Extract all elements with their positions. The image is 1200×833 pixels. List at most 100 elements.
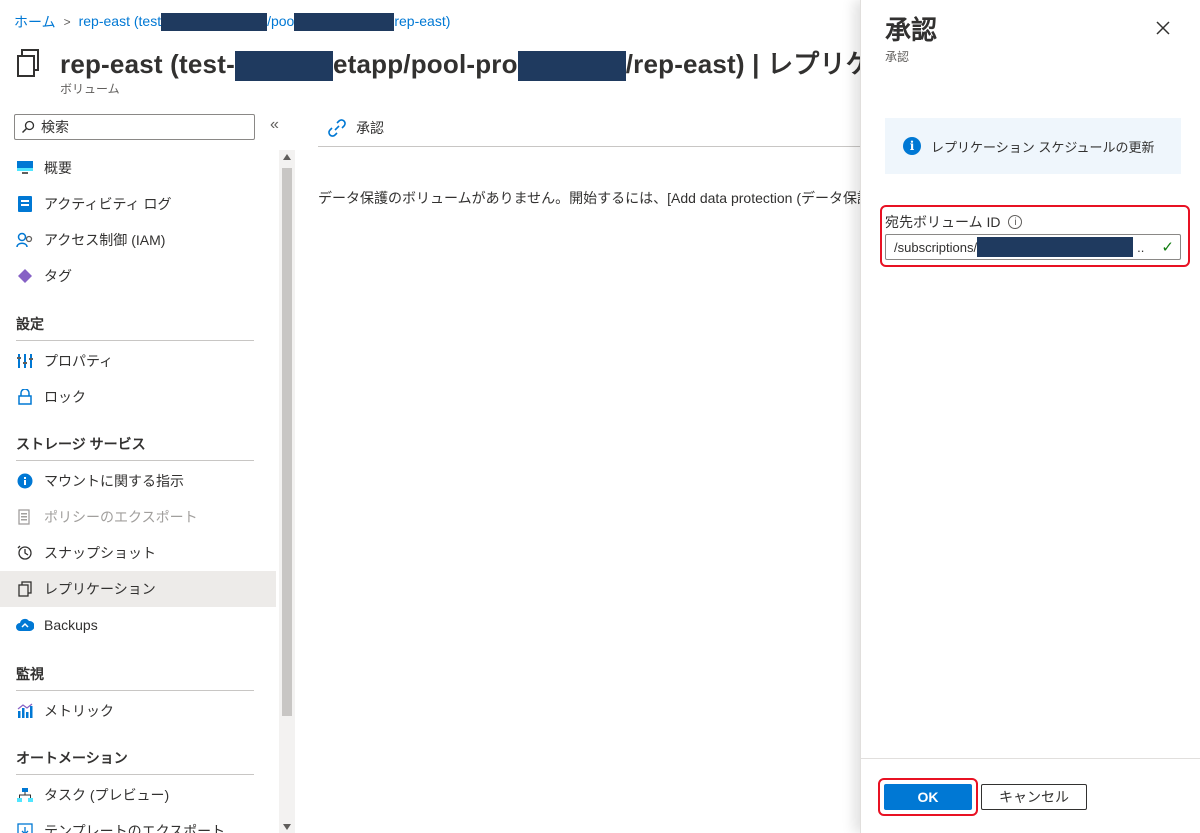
collapse-sidebar-button[interactable]: « bbox=[270, 116, 279, 134]
section-header-settings: 設定 bbox=[16, 316, 44, 332]
field-value-prefix: /subscriptions/ bbox=[894, 239, 978, 255]
sidebar-item-label: アクティビティ ログ bbox=[44, 196, 172, 212]
replication-icon bbox=[16, 580, 34, 598]
scroll-down-arrow-icon[interactable] bbox=[283, 824, 291, 830]
sidebar-scrollbar[interactable] bbox=[279, 150, 295, 833]
command-bar-divider bbox=[318, 146, 860, 147]
sidebar-item-label: スナップショット bbox=[44, 545, 156, 561]
page-subtitle: ボリューム bbox=[60, 82, 120, 96]
sidebar-nav: 概要 アクティビティ ログ アクセス制御 (IAM) タグ 設定 プロパティ ロ… bbox=[0, 150, 278, 833]
replication-icon bbox=[17, 48, 39, 77]
tag-icon bbox=[16, 267, 34, 285]
field-label-text: 宛先ボリューム ID bbox=[885, 214, 1001, 230]
sidebar-item-activity-log[interactable]: アクティビティ ログ bbox=[0, 186, 276, 222]
section-divider bbox=[16, 690, 254, 691]
scroll-up-arrow-icon[interactable] bbox=[283, 154, 291, 160]
activity-log-icon bbox=[16, 195, 34, 213]
close-icon[interactable] bbox=[1151, 16, 1175, 40]
sidebar-item-label: 概要 bbox=[44, 160, 72, 176]
section-header-automation: オートメーション bbox=[16, 750, 128, 766]
sidebar-item-label: プロパティ bbox=[44, 353, 114, 369]
search-placeholder: 検索 bbox=[41, 119, 69, 135]
footer-divider bbox=[861, 758, 1200, 759]
section-header-monitoring: 監視 bbox=[16, 666, 44, 682]
sidebar-item-mount-instructions[interactable]: マウントに関する指示 bbox=[0, 463, 276, 499]
metrics-icon bbox=[16, 702, 34, 720]
redaction-block bbox=[294, 13, 395, 32]
iam-icon bbox=[16, 231, 34, 249]
sidebar-item-template-export[interactable]: テンプレートのエクスポート bbox=[0, 813, 276, 833]
properties-icon bbox=[16, 352, 34, 370]
sidebar-item-backups[interactable]: Backups bbox=[0, 607, 276, 643]
approve-command-button[interactable]: 承認 bbox=[318, 112, 384, 144]
sidebar-item-iam[interactable]: アクセス制御 (IAM) bbox=[0, 222, 276, 258]
panel-subtitle: 承認 bbox=[885, 50, 910, 64]
sidebar-item-tasks[interactable]: タスク (プレビュー) bbox=[0, 777, 276, 813]
title-part-1: rep-east (test- bbox=[60, 49, 235, 79]
search-input[interactable]: 検索 bbox=[14, 114, 255, 140]
breadcrumb-prefix: rep-east (test bbox=[78, 12, 162, 29]
sidebar-item-replication[interactable]: レプリケーション bbox=[0, 571, 276, 607]
sidebar-item-label: ロック bbox=[44, 389, 86, 405]
redaction-block bbox=[161, 13, 268, 32]
empty-state-message: データ保護のボリュームがありません。開始するには、[Add data prote… bbox=[318, 190, 860, 206]
info-tooltip-icon[interactable]: i bbox=[1008, 215, 1023, 229]
sidebar-item-export-policy[interactable]: ポリシーのエクスポート bbox=[0, 499, 276, 535]
field-value-suffix: .. bbox=[1137, 239, 1145, 255]
breadcrumb: ホーム > rep-east (test/poo rep-east) bbox=[14, 12, 450, 32]
approve-command-label: 承認 bbox=[356, 120, 384, 136]
title-part-3: /rep-east) | レプリケー bbox=[625, 49, 899, 79]
checkmark-icon: ✓ bbox=[1161, 239, 1174, 256]
sidebar-item-metrics[interactable]: メトリック bbox=[0, 693, 276, 729]
snapshot-icon bbox=[16, 544, 34, 562]
section-divider bbox=[16, 340, 254, 341]
lock-icon bbox=[16, 388, 34, 406]
page-header: rep-east (test-etapp/pool-pro/rep-east) … bbox=[14, 44, 899, 82]
destination-volume-id-field[interactable]: /subscriptions/.. ✓ bbox=[885, 234, 1181, 260]
overview-icon bbox=[16, 159, 34, 177]
info-message-text: レプリケーション スケジュールの更新 bbox=[931, 139, 1155, 155]
section-header-storage: ストレージ サービス bbox=[16, 436, 146, 452]
section-divider bbox=[16, 774, 254, 775]
sidebar-item-label: レプリケーション bbox=[44, 581, 156, 597]
tasks-icon bbox=[16, 786, 34, 804]
page-title: rep-east (test-etapp/pool-pro/rep-east) … bbox=[60, 44, 899, 82]
sidebar-item-label: ポリシーのエクスポート bbox=[44, 509, 198, 525]
sidebar-item-overview[interactable]: 概要 bbox=[0, 150, 276, 186]
title-part-2: etapp/pool-pro bbox=[332, 49, 518, 79]
info-icon: i bbox=[903, 137, 921, 155]
backups-icon bbox=[16, 616, 34, 634]
sidebar-item-tags[interactable]: タグ bbox=[0, 258, 276, 294]
sidebar-item-snapshots[interactable]: スナップショット bbox=[0, 535, 276, 571]
breadcrumb-home[interactable]: ホーム bbox=[14, 12, 56, 32]
section-divider bbox=[16, 460, 254, 461]
export-policy-icon bbox=[16, 508, 34, 526]
sidebar-item-label: メトリック bbox=[44, 703, 114, 719]
info-icon bbox=[16, 472, 34, 490]
sidebar-item-label: テンプレートのエクスポート bbox=[44, 823, 226, 833]
ok-button[interactable]: OK bbox=[884, 784, 972, 810]
scrollbar-thumb[interactable] bbox=[282, 168, 292, 716]
template-export-icon bbox=[16, 822, 34, 833]
sidebar-item-label: タスク (プレビュー) bbox=[44, 787, 170, 803]
sidebar-item-label: タグ bbox=[44, 268, 72, 284]
chevron-right-icon: > bbox=[63, 15, 71, 29]
link-icon bbox=[328, 119, 346, 137]
sidebar-item-label: マウントに関する指示 bbox=[44, 473, 184, 489]
redaction-block bbox=[977, 237, 1134, 257]
redaction-block bbox=[234, 51, 333, 82]
redaction-block bbox=[517, 51, 626, 82]
sidebar-item-label: アクセス制御 (IAM) bbox=[44, 232, 166, 248]
panel-title: 承認 bbox=[885, 15, 938, 45]
cancel-button[interactable]: キャンセル bbox=[981, 784, 1087, 810]
destination-volume-id-label: 宛先ボリューム ID i bbox=[885, 212, 1023, 232]
info-message-bar: i レプリケーション スケジュールの更新 bbox=[885, 118, 1181, 174]
breadcrumb-suffix: rep-east) bbox=[394, 12, 451, 29]
sidebar-item-properties[interactable]: プロパティ bbox=[0, 343, 276, 379]
approve-panel: 承認 承認 i レプリケーション スケジュールの更新 宛先ボリューム ID i … bbox=[860, 0, 1200, 833]
breadcrumb-volume[interactable]: rep-east (test/poo rep-east) bbox=[78, 12, 451, 32]
sidebar-item-label: Backups bbox=[44, 617, 98, 633]
breadcrumb-middle: /poo bbox=[267, 12, 295, 29]
search-icon bbox=[21, 120, 35, 134]
sidebar-item-lock[interactable]: ロック bbox=[0, 379, 276, 415]
